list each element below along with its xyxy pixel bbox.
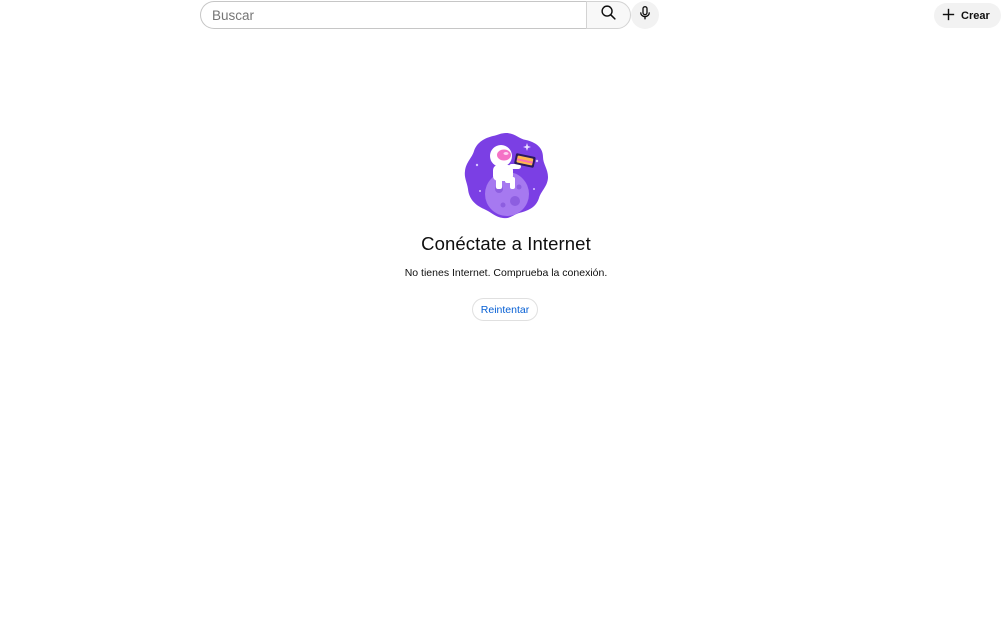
voice-search-button[interactable] [631, 1, 659, 29]
page: Crear [0, 0, 1001, 620]
search-button[interactable] [586, 1, 631, 29]
create-button[interactable]: Crear [934, 3, 1001, 28]
offline-title: Conéctate a Internet [421, 233, 591, 254]
search-box [200, 1, 586, 29]
retry-button-label: Reintentar [480, 303, 530, 316]
search-icon [600, 4, 617, 26]
create-button-label: Crear [961, 9, 990, 22]
search-bar [200, 1, 631, 29]
offline-message: No tienes Internet. Comprueba la conexió… [404, 267, 608, 279]
astronaut-on-planet-illustration [463, 131, 549, 219]
retry-button[interactable]: Reintentar [472, 298, 538, 321]
plus-icon [940, 6, 957, 26]
microphone-icon [637, 5, 653, 26]
search-input[interactable] [212, 7, 586, 23]
